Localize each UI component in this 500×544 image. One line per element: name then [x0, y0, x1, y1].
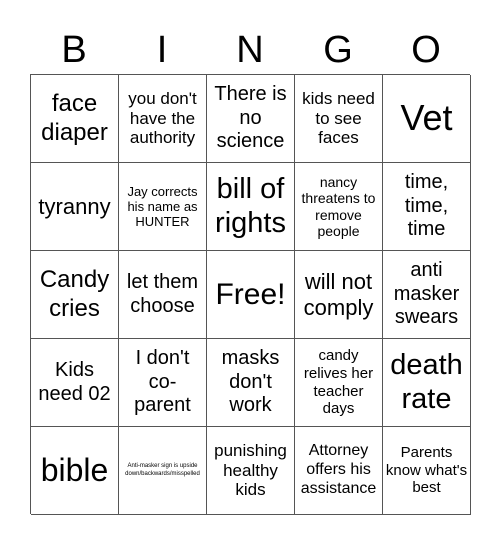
header-letter-n: N	[236, 29, 264, 71]
bingo-cell[interactable]: Candy cries	[31, 251, 119, 339]
bingo-cell[interactable]: Kids need 02	[31, 339, 119, 427]
bingo-cell[interactable]: Parents know what's best	[383, 427, 471, 515]
bingo-cell[interactable]: you don't have the authority	[119, 75, 207, 163]
bingo-cell[interactable]: death rate	[383, 339, 471, 427]
bingo-grid: face diaper you don't have the authority…	[30, 74, 471, 515]
bingo-header: B I N G O	[30, 28, 470, 72]
bingo-cell[interactable]: Vet	[383, 75, 471, 163]
header-letter-b: B	[61, 29, 87, 71]
bingo-cell[interactable]: time, time, time	[383, 163, 471, 251]
bingo-cell[interactable]: tyranny	[31, 163, 119, 251]
bingo-cell[interactable]: let them choose	[119, 251, 207, 339]
bingo-cell[interactable]: anti masker swears	[383, 251, 471, 339]
bingo-cell[interactable]: face diaper	[31, 75, 119, 163]
bingo-cell[interactable]: will not comply	[295, 251, 383, 339]
bingo-cell[interactable]: candy relives her teacher days	[295, 339, 383, 427]
bingo-cell[interactable]: punishing healthy kids	[207, 427, 295, 515]
bingo-cell[interactable]: There is no science	[207, 75, 295, 163]
bingo-cell[interactable]: Jay corrects his name as HUNTER	[119, 163, 207, 251]
bingo-cell[interactable]: masks don't work	[207, 339, 295, 427]
header-letter-g: G	[323, 29, 353, 71]
free-space-cell[interactable]: Free!	[207, 251, 295, 339]
bingo-cell[interactable]: bible	[31, 427, 119, 515]
bingo-cell[interactable]: bill of rights	[207, 163, 295, 251]
bingo-cell[interactable]: I don't co-parent	[119, 339, 207, 427]
header-letter-o: O	[411, 29, 441, 71]
bingo-cell[interactable]: Anti-masker sign is upside down/backward…	[119, 427, 207, 515]
header-letter-i: I	[156, 29, 168, 71]
bingo-cell[interactable]: kids need to see faces	[295, 75, 383, 163]
bingo-cell[interactable]: Attorney offers his assistance	[295, 427, 383, 515]
bingo-cell[interactable]: nancy threatens to remove people	[295, 163, 383, 251]
